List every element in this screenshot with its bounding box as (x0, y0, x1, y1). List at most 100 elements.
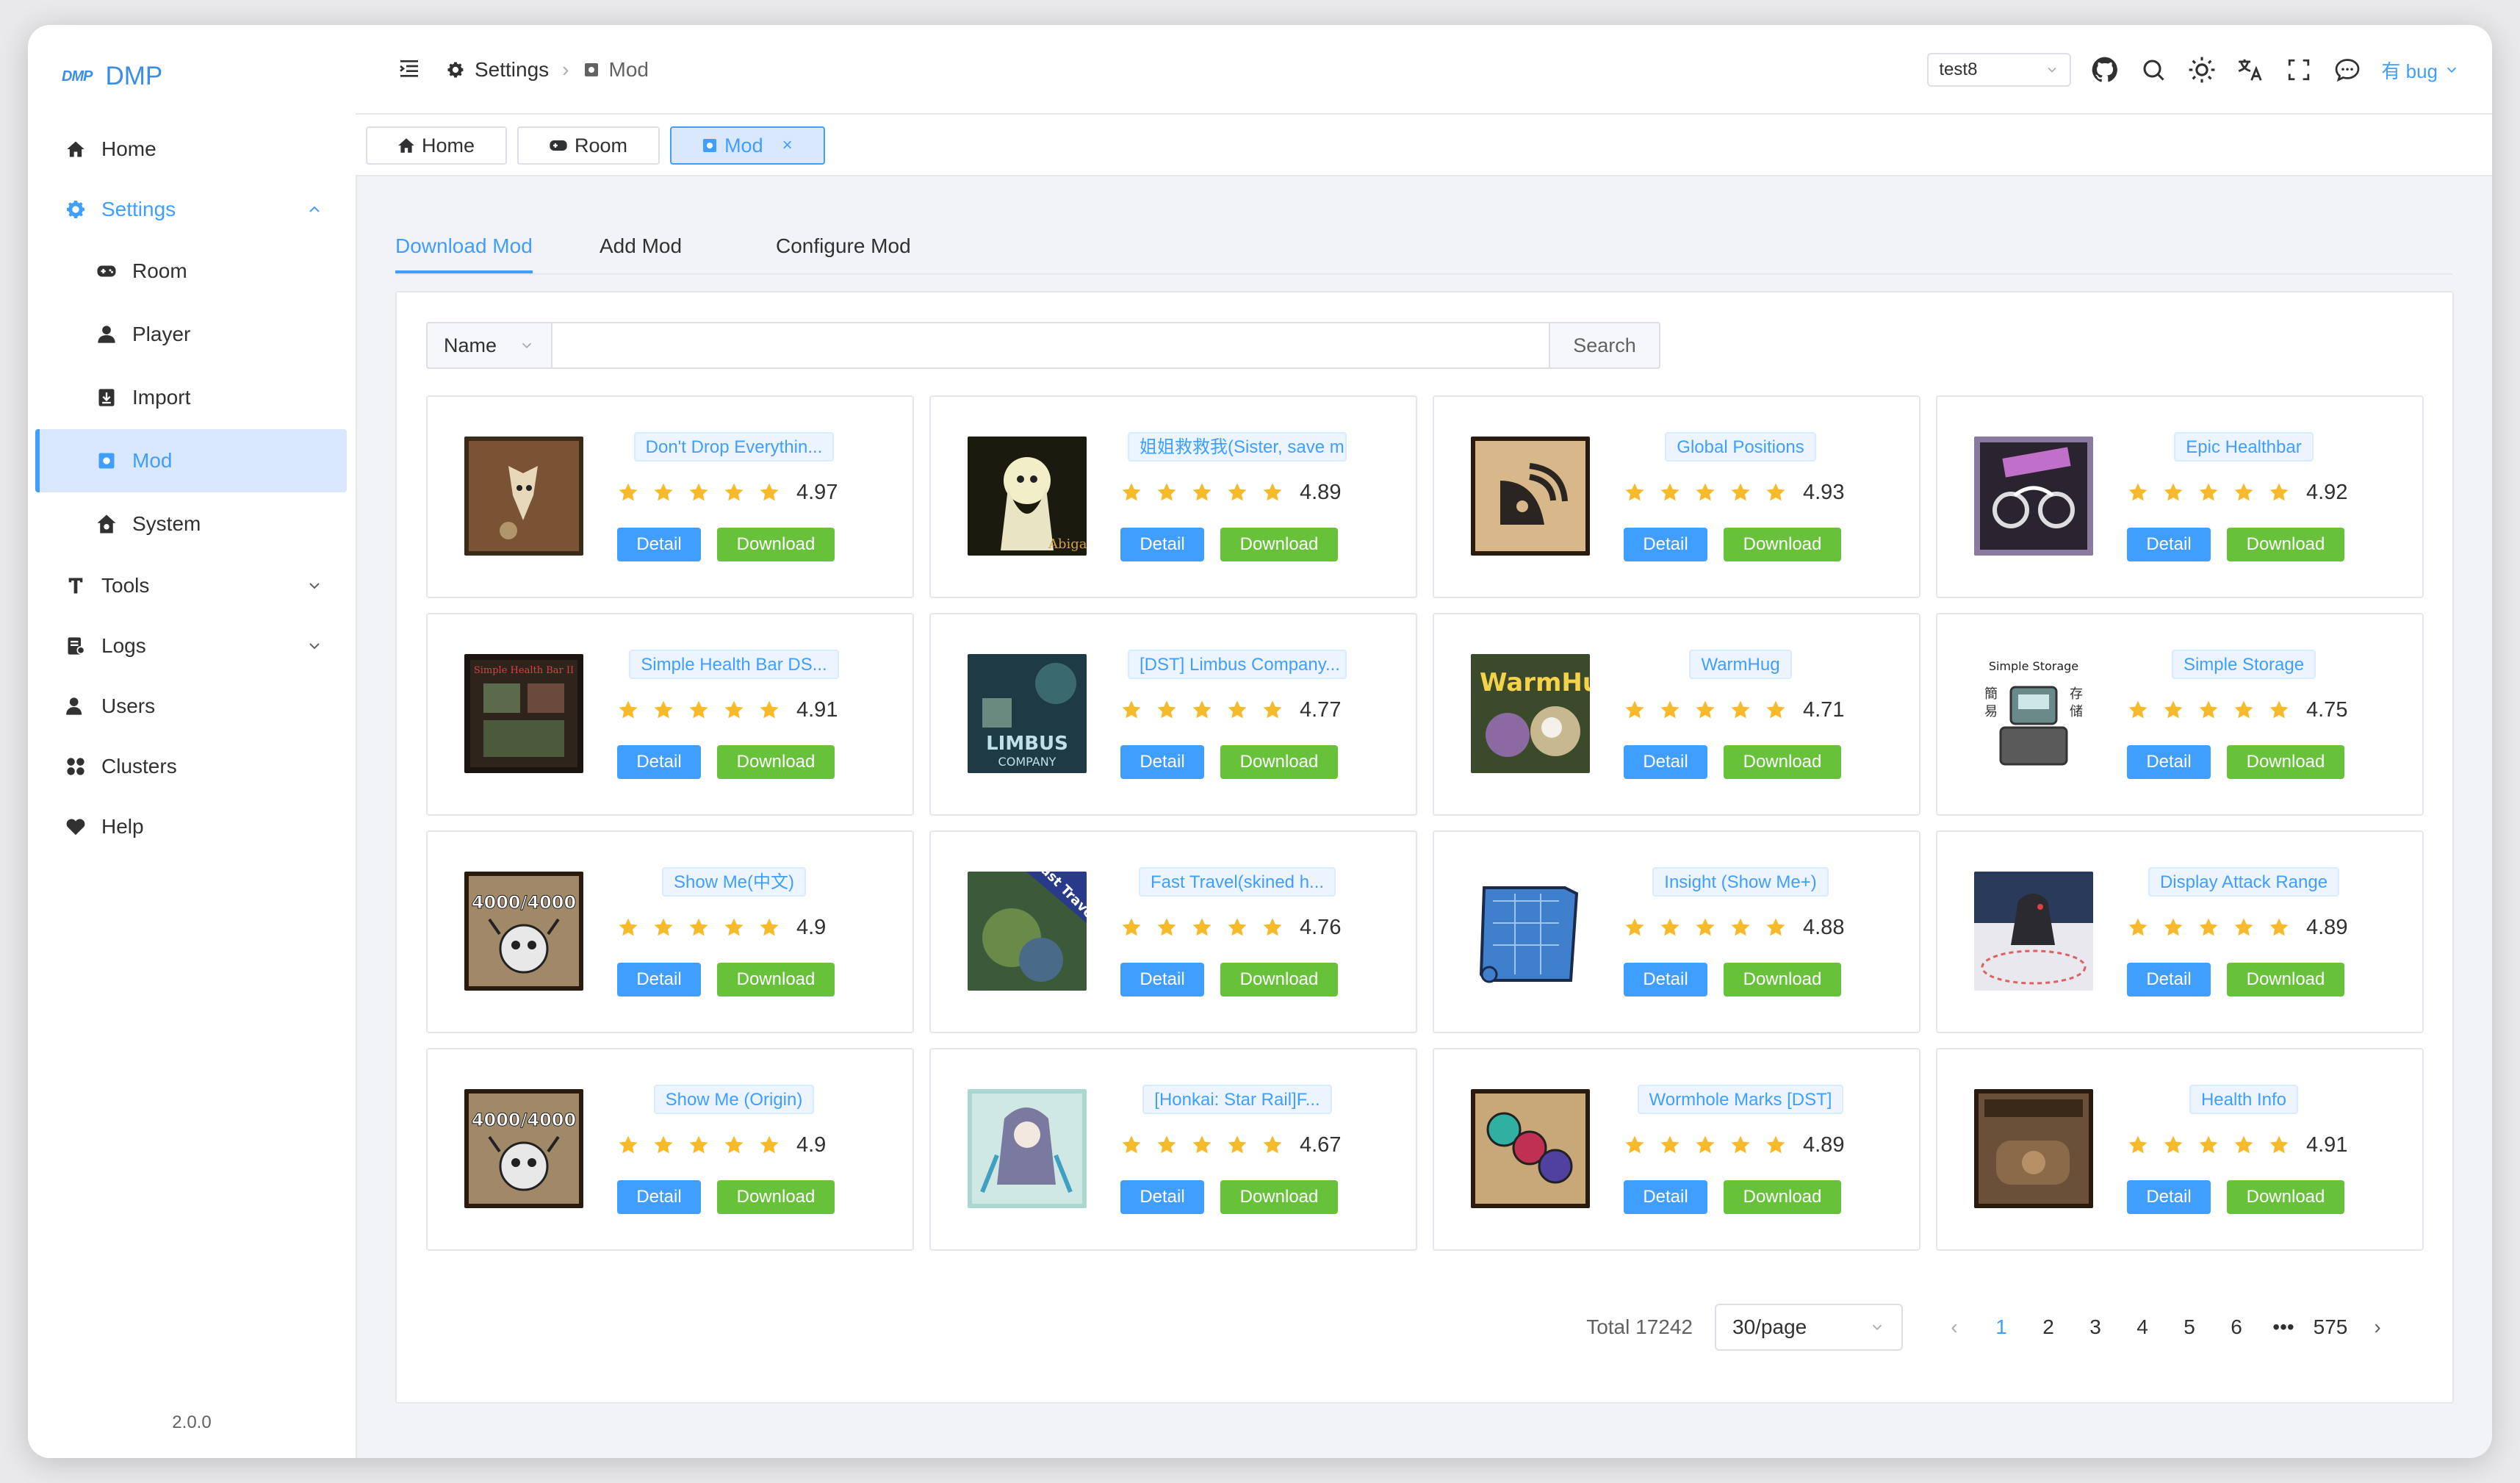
star-icon (1731, 1135, 1750, 1154)
detail-button[interactable]: Detail (1120, 1180, 1204, 1214)
mod-name[interactable]: Display Attack Range (2134, 867, 2353, 898)
user-menu[interactable]: 有 bug (2381, 57, 2460, 84)
detail-button[interactable]: Detail (617, 745, 701, 779)
mod-name[interactable]: Insight (Show Me+) (1631, 867, 1850, 898)
download-button[interactable]: Download (717, 528, 835, 561)
sidebar-item-player[interactable]: Player (35, 303, 347, 366)
download-button[interactable]: Download (717, 963, 835, 997)
detail-button[interactable]: Detail (2127, 963, 2211, 997)
tab-configure-mod[interactable]: Configure Mod (776, 223, 911, 273)
mod-name[interactable]: Show Me(中文) (624, 867, 843, 898)
tab-add-mod[interactable]: Add Mod (600, 223, 682, 273)
search-input[interactable] (551, 322, 1550, 369)
breadcrumb-settings[interactable]: Settings (445, 58, 549, 82)
page-button[interactable]: 6 (2213, 1315, 2260, 1339)
sidebar-item-import[interactable]: Import (35, 366, 347, 429)
download-button[interactable]: Download (1220, 528, 1338, 561)
download-button[interactable]: Download (1220, 1180, 1338, 1214)
detail-button[interactable]: Detail (2127, 528, 2211, 561)
download-button[interactable]: Download (1220, 745, 1338, 779)
sidebar-item-logs[interactable]: Logs (35, 616, 347, 676)
mod-name[interactable]: Simple Health Bar DS... (624, 650, 843, 681)
sidebar-item-settings[interactable]: Settings (35, 179, 347, 240)
sidebar-item-system[interactable]: System (35, 492, 347, 556)
mod-name[interactable]: [DST] Limbus Company... (1128, 650, 1347, 681)
sidebar-item-room[interactable]: Room (35, 240, 347, 303)
search-field-select[interactable]: Name (426, 322, 551, 369)
cluster-select[interactable]: test8 (1927, 53, 2072, 87)
sidebar-item-clusters[interactable]: Clusters (35, 736, 347, 797)
mod-name[interactable]: Global Positions (1631, 432, 1850, 463)
close-icon[interactable]: × (782, 135, 793, 156)
next-page-button[interactable]: › (2354, 1315, 2401, 1339)
mod-name[interactable]: 姐姐救救我(Sister, save m... (1128, 432, 1347, 463)
detail-button[interactable]: Detail (617, 963, 701, 997)
detail-button[interactable]: Detail (1120, 963, 1204, 997)
page-button[interactable]: 575 (2307, 1315, 2354, 1339)
translate-icon[interactable] (2236, 55, 2265, 85)
mod-name[interactable]: WarmHug (1631, 650, 1850, 681)
detail-button[interactable]: Detail (1624, 528, 1707, 561)
detail-button[interactable]: Detail (1624, 745, 1707, 779)
mod-name[interactable]: Epic Healthbar (2134, 432, 2353, 463)
sidebar-item-help[interactable]: Help (35, 797, 347, 857)
page-button[interactable]: 5 (2166, 1315, 2213, 1339)
mod-name[interactable]: Simple Storage (2134, 650, 2353, 681)
download-button[interactable]: Download (717, 745, 835, 779)
mod-name[interactable]: Show Me (Origin) (624, 1085, 843, 1116)
sun-icon[interactable] (2187, 55, 2217, 85)
collapse-menu-icon[interactable] (397, 57, 422, 81)
detail-button[interactable]: Detail (1624, 1180, 1707, 1214)
download-button[interactable]: Download (1724, 963, 1841, 997)
mod-rating: 4.9 (617, 1130, 826, 1160)
sidebar-item-label: System (132, 512, 201, 535)
detail-button[interactable]: Detail (2127, 1180, 2211, 1214)
search-button[interactable]: Search (1550, 322, 1660, 369)
pagination-total: Total 17242 (1586, 1315, 1693, 1338)
sidebar-item-label: Logs (101, 634, 146, 657)
page-button[interactable]: 3 (2072, 1315, 2119, 1339)
download-button[interactable]: Download (2227, 528, 2344, 561)
mod-name[interactable]: Don't Drop Everythin... (624, 432, 843, 463)
download-button[interactable]: Download (1724, 745, 1841, 779)
search-icon[interactable] (2139, 55, 2168, 85)
prev-page-button[interactable]: ‹ (1931, 1315, 1978, 1339)
download-button[interactable]: Download (1220, 963, 1338, 997)
detail-button[interactable]: Detail (1624, 963, 1707, 997)
detail-button[interactable]: Detail (617, 1180, 701, 1214)
sidebar-item-users[interactable]: Users (35, 676, 347, 736)
mod-name[interactable]: Wormhole Marks [DST] (1631, 1085, 1850, 1116)
download-button[interactable]: Download (1724, 528, 1841, 561)
detail-button[interactable]: Detail (2127, 745, 2211, 779)
tag-home[interactable]: Home (366, 126, 508, 165)
tag-room[interactable]: Room (517, 126, 660, 165)
star-icon (654, 1135, 673, 1154)
sidebar-item-mod[interactable]: Mod (35, 429, 347, 492)
chat-icon[interactable] (2333, 55, 2362, 85)
mod-name[interactable]: [Honkai: Star Rail]F... (1128, 1085, 1347, 1116)
detail-button[interactable]: Detail (1120, 745, 1204, 779)
detail-button[interactable]: Detail (1120, 528, 1204, 561)
mod-name[interactable]: Fast Travel(skined h... (1128, 867, 1347, 898)
star-icon (654, 483, 673, 501)
download-button[interactable]: Download (1724, 1180, 1841, 1214)
sidebar-item-tools[interactable]: Tools (35, 556, 347, 616)
download-button[interactable]: Download (2227, 1180, 2344, 1214)
download-button[interactable]: Download (717, 1180, 835, 1214)
page-button[interactable]: 1 (1978, 1315, 2025, 1339)
tag-mod[interactable]: Mod × (670, 126, 825, 165)
github-icon[interactable] (2090, 55, 2120, 85)
fullscreen-icon[interactable] (2284, 55, 2314, 85)
download-button[interactable]: Download (2227, 963, 2344, 997)
more-pages-button[interactable]: ••• (2260, 1315, 2307, 1339)
page-button[interactable]: 4 (2119, 1315, 2166, 1339)
page-button[interactable]: 2 (2025, 1315, 2072, 1339)
sidebar-item-home[interactable]: Home (35, 119, 347, 179)
download-button[interactable]: Download (2227, 745, 2344, 779)
detail-button[interactable]: Detail (617, 528, 701, 561)
tab-download-mod[interactable]: Download Mod (395, 223, 533, 273)
brand[interactable]: DMP DMP (62, 54, 162, 98)
mod-name[interactable]: Health Info (2134, 1085, 2353, 1116)
mod-card: 4000/4000 Show Me (Origin) 4.9 Detail Do… (426, 1048, 914, 1251)
page-size-select[interactable]: 30/page (1715, 1304, 1903, 1351)
